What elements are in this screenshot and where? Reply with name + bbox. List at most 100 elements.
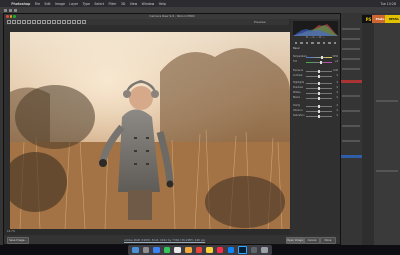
- tab-hsl-icon[interactable]: [311, 41, 314, 45]
- zoom-level[interactable]: 16.7%: [7, 230, 15, 233]
- menu-photoshop[interactable]: Photoshop: [9, 2, 33, 6]
- slider-knob[interactable]: [318, 91, 320, 95]
- tab-tone-curve-icon[interactable]: [300, 41, 303, 45]
- menu-image[interactable]: Image: [53, 2, 67, 6]
- menubar-clock[interactable]: Tue 10:28: [380, 2, 396, 6]
- slider-knob[interactable]: [318, 104, 320, 108]
- slider-shadows[interactable]: Shadows 0: [293, 86, 338, 90]
- close-window-icon[interactable]: [6, 15, 9, 18]
- menu-view[interactable]: View: [128, 2, 140, 6]
- tab-split-toning-icon[interactable]: [317, 41, 320, 45]
- rotate-right-icon[interactable]: [82, 20, 86, 24]
- slider-value[interactable]: 0: [337, 114, 338, 117]
- adjustment-brush-icon[interactable]: [57, 20, 61, 24]
- slider-knob[interactable]: [318, 74, 320, 78]
- image-preview[interactable]: [10, 32, 290, 229]
- hand-tool-icon[interactable]: [12, 20, 16, 24]
- open-image-button[interactable]: Open Image: [286, 237, 304, 244]
- messages-icon[interactable]: [163, 246, 171, 254]
- radial-filter-icon[interactable]: [67, 20, 71, 24]
- home-icon[interactable]: [4, 8, 7, 12]
- panel-row[interactable]: [342, 58, 360, 60]
- transform-tool-icon[interactable]: [42, 20, 46, 24]
- panel-row[interactable]: [342, 140, 360, 142]
- color-sampler-icon[interactable]: [22, 20, 26, 24]
- tab-lens-icon[interactable]: [322, 41, 326, 45]
- panel-row[interactable]: [342, 48, 360, 50]
- graduated-filter-icon[interactable]: [62, 20, 66, 24]
- menu-file[interactable]: File: [33, 2, 43, 6]
- slider-highlights[interactable]: Highlights 0: [293, 81, 338, 85]
- mail-icon[interactable]: [174, 246, 181, 254]
- calendar-icon[interactable]: [195, 246, 203, 254]
- zoom-window-icon[interactable]: [13, 15, 16, 18]
- photoshop-icon[interactable]: [238, 245, 247, 255]
- finder-icon[interactable]: [132, 246, 139, 254]
- menu-layer[interactable]: Layer: [67, 2, 80, 6]
- slider-value[interactable]: 0: [337, 81, 338, 84]
- slider-value[interactable]: 0: [337, 86, 338, 89]
- slider-knob[interactable]: [318, 109, 320, 113]
- spot-removal-icon[interactable]: [47, 20, 51, 24]
- system-preferences-icon[interactable]: [250, 246, 258, 254]
- slider-saturation[interactable]: Saturation 0: [293, 114, 338, 118]
- preview-checkbox-label[interactable]: Preview: [254, 20, 266, 24]
- slider-vibrance[interactable]: Vibrance 0: [293, 109, 338, 113]
- launchpad-icon[interactable]: [142, 246, 150, 254]
- preferences-icon[interactable]: [72, 20, 76, 24]
- notes-icon[interactable]: [206, 246, 213, 254]
- panel-row[interactable]: [342, 68, 360, 70]
- done-button[interactable]: Done: [320, 237, 336, 244]
- workflow-options-link[interactable]: Adobe RGB (1998); 8 bit; 4912 by 7360 (3…: [124, 238, 205, 242]
- menu-3d[interactable]: 3D: [119, 2, 128, 6]
- music-icon[interactable]: [216, 246, 224, 254]
- panel-row[interactable]: [342, 110, 360, 112]
- safari-icon[interactable]: [153, 246, 160, 254]
- slider-knob[interactable]: [321, 55, 323, 59]
- app-store-icon[interactable]: [227, 246, 235, 254]
- panel-row[interactable]: [342, 38, 360, 40]
- panel-row[interactable]: [376, 170, 398, 172]
- layer-active-row[interactable]: [340, 155, 362, 158]
- tint-track[interactable]: [306, 62, 332, 63]
- rotate-left-icon[interactable]: [77, 20, 81, 24]
- panel-row[interactable]: [342, 125, 360, 127]
- panel-row[interactable]: [342, 95, 360, 97]
- slider-whites[interactable]: Whites 0: [293, 91, 338, 95]
- cancel-button[interactable]: Cancel: [304, 237, 320, 244]
- slider-blacks[interactable]: Blacks 0: [293, 96, 338, 100]
- tab-camera-calibration-icon[interactable]: [333, 41, 337, 45]
- white-balance-tool-icon[interactable]: [17, 20, 21, 24]
- slider-value[interactable]: 5250: [332, 55, 338, 58]
- menu-edit[interactable]: Edit: [42, 2, 53, 6]
- slider-knob[interactable]: [318, 86, 320, 90]
- straighten-tool-icon[interactable]: [37, 20, 41, 24]
- slider-knob[interactable]: [318, 69, 320, 73]
- save-image-button[interactable]: Save Image...: [7, 237, 29, 244]
- slider-value[interactable]: 0: [337, 74, 338, 77]
- slider-value[interactable]: 0: [337, 104, 338, 107]
- tab-basic-icon[interactable]: [294, 41, 298, 45]
- tab-detail-icon[interactable]: [305, 41, 309, 45]
- slider-value[interactable]: 0.00: [333, 69, 338, 72]
- slider-knob[interactable]: [318, 114, 320, 118]
- menu-help[interactable]: Help: [156, 2, 168, 6]
- slider-value[interactable]: 0: [337, 91, 338, 94]
- slider-knob[interactable]: [318, 96, 320, 100]
- slider-value[interactable]: +8: [335, 60, 338, 63]
- temperature-track[interactable]: [306, 57, 332, 58]
- trash-icon[interactable]: [261, 246, 268, 254]
- zoom-tool-icon[interactable]: [7, 20, 11, 24]
- brush-icon[interactable]: [14, 8, 17, 12]
- panel-row[interactable]: [342, 28, 360, 30]
- slider-knob[interactable]: [320, 60, 322, 64]
- slider-exposure[interactable]: Exposure 0.00: [293, 69, 338, 73]
- layer-selected-row[interactable]: [340, 80, 362, 83]
- menu-window[interactable]: Window: [139, 2, 156, 6]
- tool-preset-icon[interactable]: [9, 8, 12, 12]
- crop-tool-icon[interactable]: [32, 20, 36, 24]
- tab-effects-icon[interactable]: [328, 41, 331, 45]
- red-eye-icon[interactable]: [52, 20, 56, 24]
- slider-value[interactable]: 0: [337, 109, 338, 112]
- menu-filter[interactable]: Filter: [106, 2, 118, 6]
